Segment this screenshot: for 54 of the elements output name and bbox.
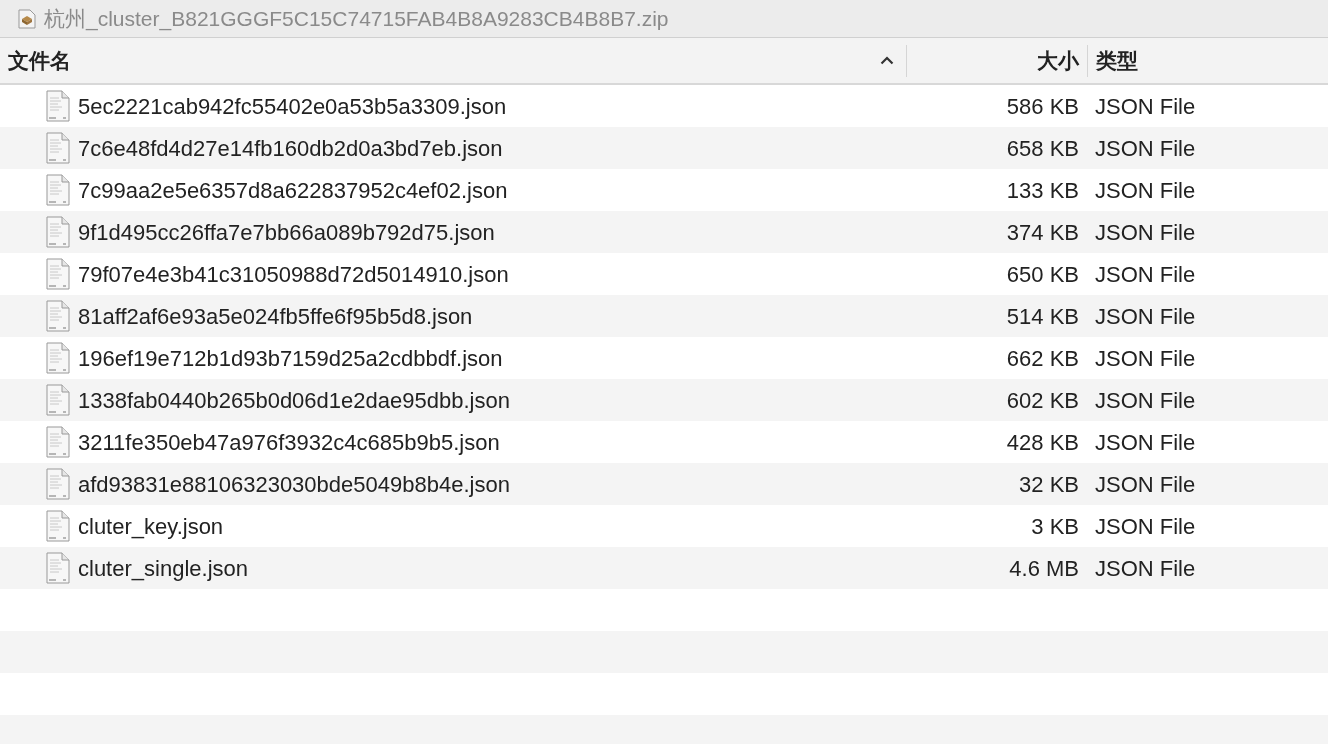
sort-caret-icon[interactable] — [880, 56, 894, 65]
file-type: JSON File — [1095, 512, 1196, 541]
file-name: 7c99aa2e5e6357d8a622837952c4ef02.json — [78, 176, 508, 205]
document-icon — [46, 258, 70, 290]
file-size: 32 KB — [1019, 470, 1079, 499]
window-title: 杭州_cluster_B821GGGF5C15C74715FAB4B8A9283CB4B8B7.zip — [44, 5, 669, 33]
file-size: 514 KB — [1006, 302, 1079, 331]
file-name: 196ef19e712b1d93b7159d25a2cdbbdf.json — [78, 344, 503, 373]
document-icon — [46, 342, 70, 374]
file-size: 428 KB — [1006, 428, 1079, 457]
file-name: 7c6e48fd4d27e14fb160db2d0a3bd7eb.json — [78, 134, 503, 163]
file-size: 650 KB — [1006, 260, 1079, 289]
document-icon — [46, 216, 70, 248]
file-name: cluter_key.json — [78, 512, 224, 541]
file-name: afd93831e88106323030bde5049b8b4e.json — [78, 470, 510, 499]
file-type: JSON File — [1095, 134, 1196, 163]
document-icon — [46, 132, 70, 164]
document-icon — [46, 300, 70, 332]
file-name: 81aff2af6e93a5e024fb5ffe6f95b5d8.json — [78, 302, 473, 331]
file-name: 5ec2221cab942fc55402e0a53b5a3309.json — [78, 92, 507, 121]
file-size: 586 KB — [1006, 92, 1079, 121]
file-type: JSON File — [1095, 428, 1196, 457]
file-size: 662 KB — [1006, 344, 1079, 373]
file-name: 3211fe350eb47a976f3932c4c685b9b5.json — [78, 428, 500, 457]
file-size: 658 KB — [1006, 134, 1079, 163]
file-type: JSON File — [1095, 554, 1196, 583]
document-icon — [46, 510, 70, 542]
document-icon — [46, 426, 70, 458]
file-name: 1338fab0440b265b0d06d1e2dae95dbb.json — [78, 386, 510, 415]
file-type: JSON File — [1095, 218, 1196, 247]
file-size: 4.6 MB — [1009, 554, 1079, 583]
document-icon — [46, 384, 70, 416]
file-size: 133 KB — [1006, 176, 1079, 205]
file-type: JSON File — [1095, 344, 1196, 373]
document-icon — [46, 552, 70, 584]
document-icon — [46, 90, 70, 122]
file-type: JSON File — [1095, 260, 1196, 289]
column-header[interactable]: 类型 — [1096, 44, 1138, 77]
file-name: 79f07e4e3b41c31050988d72d5014910.json — [78, 260, 509, 289]
file-type: JSON File — [1095, 92, 1196, 121]
file-name: cluter_single.json — [78, 554, 248, 583]
document-icon — [46, 468, 70, 500]
archive-icon — [18, 8, 36, 29]
file-type: JSON File — [1095, 386, 1196, 415]
column-header[interactable]: 文件名 — [8, 44, 71, 77]
file-type: JSON File — [1095, 470, 1196, 499]
file-type: JSON File — [1095, 302, 1196, 331]
file-size: 3 KB — [1031, 512, 1079, 541]
file-type: JSON File — [1095, 176, 1196, 205]
document-icon — [46, 174, 70, 206]
column-header[interactable]: 大小 — [1037, 44, 1079, 77]
file-name: 9f1d495cc26ffa7e7bb66a089b792d75.json — [78, 218, 495, 247]
file-size: 602 KB — [1006, 386, 1079, 415]
file-size: 374 KB — [1006, 218, 1079, 247]
